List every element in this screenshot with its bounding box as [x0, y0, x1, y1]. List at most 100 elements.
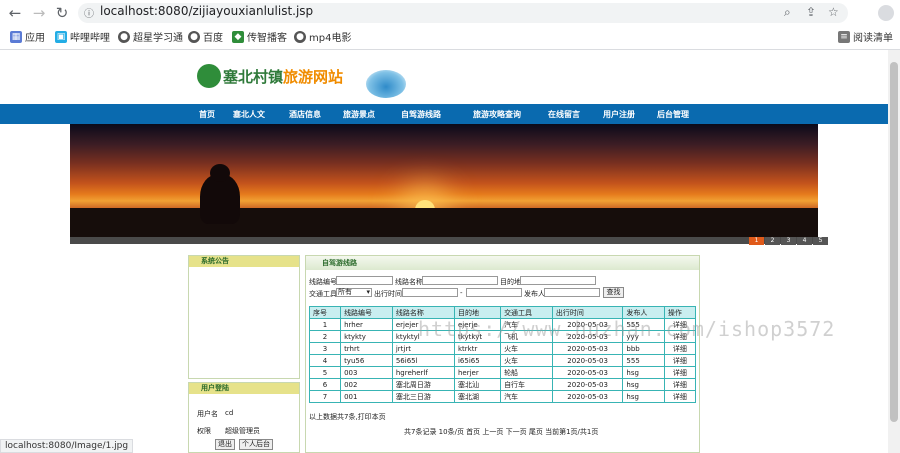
chevron-down-icon: ▾ — [366, 288, 370, 296]
ground-silhouette — [70, 208, 818, 237]
logout-button[interactable]: 退出 — [215, 439, 235, 450]
publisher-label: 发布人 — [524, 290, 545, 298]
banner-page-3[interactable]: 3 — [781, 237, 796, 245]
table-cell: 塞北周日游 — [391, 378, 455, 391]
destination-input[interactable] — [520, 276, 596, 285]
table-cell: 2 — [308, 330, 342, 343]
table-cell: 56i65l — [391, 354, 455, 367]
nav-culture[interactable]: 塞北人文 — [233, 109, 265, 120]
scrollbar-thumb[interactable] — [890, 62, 898, 422]
table-cell: 汽车 — [500, 390, 553, 403]
destination-label: 目的地 — [500, 278, 521, 286]
table-cell: 3 — [308, 342, 342, 355]
table-cell: 塞北湖 — [453, 390, 502, 403]
main-nav: 首页 塞北人文 酒店信息 旅游景点 自驾游线路 旅游攻略查询 在线留言 用户注册… — [0, 104, 888, 124]
detail-link[interactable]: 详细 — [663, 378, 697, 391]
bilibili-icon: ▣ — [55, 30, 67, 43]
reload-icon[interactable]: ↻ — [53, 4, 71, 22]
table-cell: 4 — [308, 354, 342, 367]
browser-chrome: ← → ↻ ⓘ localhost:8080/zijiayouxianlulis… — [0, 0, 900, 50]
time-label: 出行时间 — [374, 290, 402, 298]
airplane-logo-icon — [366, 70, 406, 98]
url-text[interactable]: localhost:8080/zijiayouxianlulist.jsp — [100, 4, 313, 18]
table-cell: 火车 — [500, 342, 553, 355]
table-cell: 2020-05-03 — [551, 390, 624, 403]
info-icon[interactable]: ⓘ — [84, 5, 94, 20]
nav-guides[interactable]: 旅游攻略查询 — [473, 109, 521, 120]
bookmark-apps[interactable]: ▦ 应用 — [10, 29, 45, 44]
nav-messages[interactable]: 在线留言 — [548, 109, 580, 120]
route-list-panel: 自驾游线路 线路编号 线路名称 目的地 交通工具 所有 ▾ 出行时间 - 发布人 … — [305, 255, 700, 453]
login-title: 用户登陆 — [189, 383, 299, 394]
table-cell: 1 — [308, 318, 342, 331]
table-cell: 2020-05-03 — [551, 378, 624, 391]
table-cell: 2020-05-03 — [551, 354, 624, 367]
table-row: 5 003 hgreherlf herjer 轮船 2020-05-03 hsg 详细 — [308, 366, 697, 379]
table-cell: 7 — [308, 390, 342, 403]
table-cell: 555 — [622, 354, 665, 367]
site-title: 塞北村镇旅游网站 — [223, 67, 344, 86]
table-cell: 轮船 — [500, 366, 553, 379]
table-row: 3 trhrt jrtjrt ktrktr 火车 2020-05-03 bbb 详细 — [308, 342, 697, 355]
forward-icon[interactable]: → — [30, 4, 48, 22]
route-no-input[interactable] — [336, 276, 393, 285]
star-icon[interactable]: ☆ — [828, 5, 839, 19]
detail-link[interactable]: 详细 — [663, 366, 697, 379]
table-cell: 2020-05-03 — [551, 366, 624, 379]
nav-attractions[interactable]: 旅游景点 — [343, 109, 375, 120]
banner-page-4[interactable]: 4 — [797, 237, 812, 245]
globe-icon: ● — [188, 30, 200, 43]
sunset-banner-image — [70, 124, 818, 237]
nav-driving-routes[interactable]: 自驾游线路 — [401, 109, 441, 120]
route-no-label: 线路编号 — [309, 278, 337, 286]
search-button[interactable]: 查找 — [603, 287, 624, 298]
table-cell: hsg — [622, 378, 665, 391]
apps-icon: ▦ — [10, 30, 22, 43]
banner-page-2[interactable]: 2 — [765, 237, 780, 245]
profile-button[interactable]: 个人后台 — [239, 439, 273, 450]
reading-list[interactable]: ≡ 阅读清单 — [838, 29, 893, 44]
username-value: cd — [225, 409, 234, 417]
notice-box: 系统公告 — [188, 255, 300, 379]
zoom-icon[interactable]: ⌕ — [784, 5, 791, 20]
role-value: 超级管理员 — [225, 427, 260, 435]
bookmark-itcast[interactable]: ◆ 传智播客 — [232, 29, 287, 44]
transport-select[interactable]: 所有 ▾ — [336, 288, 372, 297]
login-box: 用户登陆 用户名 cd 权限 超级管理员 退出 个人后台 — [188, 382, 300, 453]
nav-home[interactable]: 首页 — [199, 109, 215, 120]
route-name-label: 线路名称 — [395, 278, 423, 286]
site-logo[interactable]: 塞北村镇旅游网站 — [197, 64, 343, 88]
bookmark-mp4[interactable]: ● mp4电影 — [294, 29, 351, 44]
detail-link[interactable]: 详细 — [663, 342, 697, 355]
time-to-input[interactable] — [466, 288, 522, 297]
nav-register[interactable]: 用户注册 — [603, 109, 635, 120]
table-cell: 塞北汕 — [453, 378, 502, 391]
time-from-input[interactable] — [402, 288, 458, 297]
status-bar: localhost:8080/Image/1.jpg — [0, 439, 134, 453]
logo-icon — [197, 64, 221, 88]
bookmark-chaoxing[interactable]: ● 超星学习通 — [118, 29, 183, 44]
bookmark-baidu[interactable]: ● 百度 — [188, 29, 223, 44]
detail-link[interactable]: 详细 — [663, 390, 697, 403]
route-name-input[interactable] — [422, 276, 498, 285]
table-cell: herjer — [453, 366, 502, 379]
table-cell: 6 — [308, 378, 342, 391]
banner-page-5[interactable]: 5 — [813, 237, 828, 245]
globe-icon: ● — [118, 30, 130, 43]
table-cell: hrher — [340, 318, 393, 331]
avatar[interactable] — [878, 5, 894, 21]
bookmark-bilibili[interactable]: ▣ 哔哩哔哩 — [55, 29, 110, 44]
detail-link[interactable]: 详细 — [663, 354, 697, 367]
table-cell: ktrktr — [453, 342, 502, 355]
back-icon[interactable]: ← — [6, 4, 24, 22]
nav-admin[interactable]: 后台管理 — [657, 109, 689, 120]
table-row: 4 tyu56 56i65l i65i65 火车 2020-05-03 555 详细 — [308, 354, 697, 367]
nav-hotels[interactable]: 酒店信息 — [289, 109, 321, 120]
publisher-input[interactable] — [544, 288, 600, 297]
pagination[interactable]: 共7条记录 10条/页 首页 上一页 下一页 尾页 当前第1页/共1页 — [404, 427, 598, 437]
table-cell: 自行车 — [500, 378, 553, 391]
column-header: 序号 — [308, 306, 342, 319]
share-icon[interactable]: ⇪ — [806, 5, 816, 19]
reading-list-icon: ≡ — [838, 30, 850, 43]
banner-page-1[interactable]: 1 — [749, 237, 764, 245]
